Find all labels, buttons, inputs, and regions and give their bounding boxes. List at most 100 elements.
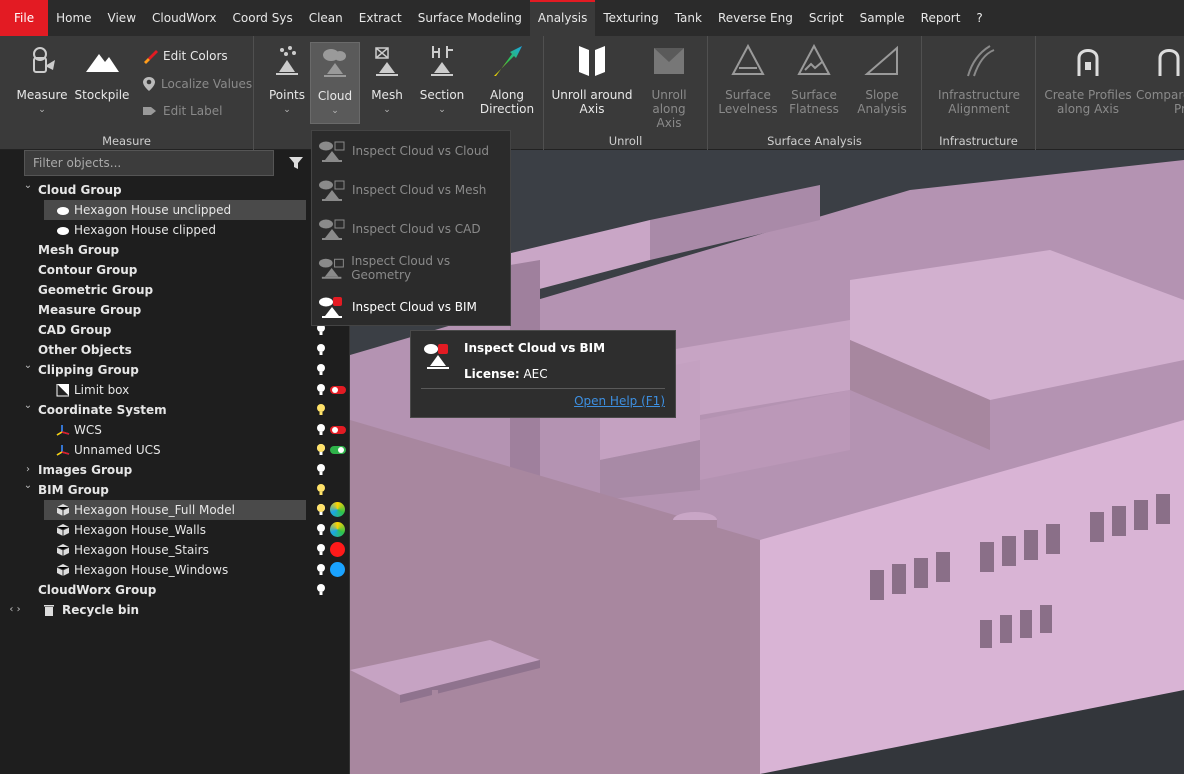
tree-row[interactable]: › Images Group [0, 460, 350, 480]
measure-button[interactable]: Measure ⌄ [14, 42, 70, 117]
color-swatch[interactable] [330, 522, 345, 537]
dropdown-item-inspect-cloud-vs-cloud[interactable]: Inspect Cloud vs Cloud [312, 131, 510, 170]
tree-row[interactable]: Limit box [0, 380, 350, 400]
tooltip: Inspect Cloud vs BIM License: AEC Open H… [410, 330, 676, 418]
visibility-bulb-icon[interactable] [316, 463, 326, 477]
menu-tab-tank[interactable]: Tank [667, 0, 710, 36]
color-swatch[interactable] [330, 562, 345, 577]
tree-row[interactable]: Unnamed UCS [0, 440, 350, 460]
menu-tab-script[interactable]: Script [801, 0, 852, 36]
stockpile-button[interactable]: Stockpile [74, 42, 130, 102]
tree-row[interactable]: WCS [0, 420, 350, 440]
menu-tab-[interactable]: ? [968, 0, 990, 36]
tree-row[interactable]: Mesh Group [0, 240, 350, 260]
tree-row[interactable]: Hexagon House unclipped [44, 200, 306, 220]
dropdown-item-inspect-cloud-vs-bim[interactable]: Inspect Cloud vs BIM [312, 287, 510, 326]
tree-row[interactable]: ‹ › Recycle bin [0, 600, 350, 620]
tree-item-label: Limit box [74, 383, 130, 397]
visibility-bulb-icon[interactable] [316, 343, 326, 357]
dropdown-item-inspect-cloud-vs-geometry[interactable]: Inspect Cloud vs Geometry [312, 248, 510, 287]
tree-item-label: Hexagon House unclipped [74, 203, 232, 217]
edit-label-label: Edit Label [163, 104, 223, 118]
tree-row[interactable]: Contour Group [0, 260, 350, 280]
flatness-label-2: Flatness [789, 102, 839, 116]
tree-row[interactable]: ⌄ BIM Group [0, 480, 350, 500]
filter-input[interactable]: Filter objects... [24, 150, 274, 176]
tree-row[interactable]: Hexagon House_Walls [0, 520, 350, 540]
tree-row[interactable]: CAD Group [0, 320, 350, 340]
edit-colors-button[interactable]: Edit Colors [142, 48, 228, 64]
slope-analysis-button[interactable]: Slope Analysis [852, 42, 912, 116]
visibility-bulb-icon[interactable] [316, 483, 326, 497]
toggle-switch[interactable] [330, 386, 346, 394]
tooltip-divider [421, 388, 665, 389]
menu-tab-file[interactable]: File [0, 0, 49, 36]
menu-tab-surface-modeling[interactable]: Surface Modeling [410, 0, 530, 36]
chevron-down-icon[interactable]: ⌄ [22, 396, 34, 416]
visibility-bulb-icon[interactable] [316, 423, 326, 437]
menu-tab-coord-sys[interactable]: Coord Sys [225, 0, 301, 36]
menu-tab-home[interactable]: Home [48, 0, 99, 36]
menu-tab-reverse-eng[interactable]: Reverse Eng [710, 0, 801, 36]
dropdown-item-inspect-cloud-vs-cad[interactable]: Inspect Cloud vs CAD [312, 209, 510, 248]
chevron-down-icon[interactable]: ⌄ [22, 176, 34, 196]
tree-row[interactable]: CloudWorx Group [0, 580, 350, 600]
unroll-along-label: Unroll along [651, 88, 687, 116]
unroll-along-axis-button[interactable]: Unroll along Axis [634, 42, 704, 130]
tree-row[interactable]: Hexagon House clipped [0, 220, 350, 240]
toggle-switch[interactable] [330, 446, 346, 454]
ribbon-group-surface-analysis: Surface Levelness Surface Flatness Slope… [708, 36, 922, 150]
menu-tab-clean[interactable]: Clean [301, 0, 351, 36]
tree-row[interactable]: Measure Group [0, 300, 350, 320]
menu-tab-texturing[interactable]: Texturing [595, 0, 666, 36]
mesh-button[interactable]: Mesh ⌄ [364, 42, 410, 117]
visibility-bulb-icon[interactable] [316, 363, 326, 377]
chevron-down-icon[interactable]: ⌄ [22, 476, 34, 496]
visibility-bulb-icon[interactable] [316, 563, 326, 577]
visibility-bulb-icon[interactable] [316, 543, 326, 557]
localize-values-button[interactable]: Localize Values [142, 76, 252, 92]
infrastructure-alignment-button[interactable]: Infrastructure Alignment [928, 42, 1030, 116]
cloud-button[interactable]: Cloud ⌄ [310, 42, 360, 124]
menu-tab-view[interactable]: View [100, 0, 144, 36]
tree-row[interactable]: ⌄ Clipping Group [0, 360, 350, 380]
surface-levelness-button[interactable]: Surface Levelness [718, 42, 778, 116]
menu-tab-cloudworx[interactable]: CloudWorx [144, 0, 225, 36]
visibility-bulb-icon[interactable] [316, 583, 326, 597]
tree-row[interactable]: Geometric Group [0, 280, 350, 300]
toggle-switch[interactable] [330, 426, 346, 434]
tree-row[interactable]: ⌄ Coordinate System [0, 400, 350, 420]
tree-row[interactable]: Hexagon House_Windows [0, 560, 350, 580]
visibility-bulb-icon[interactable] [316, 403, 326, 417]
compare-profiles-button[interactable]: Compare Prof [1136, 42, 1184, 116]
tree-row[interactable]: Hexagon House_Full Model [44, 500, 345, 520]
menu-tab-extract[interactable]: Extract [351, 0, 410, 36]
tree-row[interactable]: Other Objects [0, 340, 350, 360]
tree-row[interactable]: Hexagon House_Stairs [0, 540, 350, 560]
localize-values-label: Localize Values [161, 77, 253, 91]
edit-label-button[interactable]: Edit Label [142, 104, 222, 118]
color-swatch[interactable] [330, 542, 345, 557]
section-button[interactable]: Section ⌄ [414, 42, 470, 117]
color-swatch[interactable] [330, 502, 345, 517]
create-profiles-button[interactable]: Create Profiles along Axis [1042, 42, 1134, 116]
visibility-bulb-icon[interactable] [316, 383, 326, 397]
visibility-bulb-icon[interactable] [316, 503, 326, 517]
open-help-link[interactable]: Open Help (F1) [574, 394, 665, 408]
points-button[interactable]: Points ⌄ [264, 42, 310, 117]
menu-tab-analysis[interactable]: Analysis [529, 0, 596, 36]
filter-funnel-icon[interactable] [288, 155, 304, 171]
menu-tab-sample[interactable]: Sample [852, 0, 913, 36]
visibility-bulb-icon[interactable] [316, 523, 326, 537]
chevron-down-icon[interactable]: ⌄ [22, 356, 34, 376]
unroll-around-axis-button[interactable]: Unroll around Axis [550, 42, 634, 116]
visibility-bulb-icon[interactable] [316, 443, 326, 457]
dropdown-item-inspect-cloud-vs-mesh[interactable]: Inspect Cloud vs Mesh [312, 170, 510, 209]
expand-collapse-icon[interactable]: ‹ › [0, 600, 30, 620]
surface-flatness-button[interactable]: Surface Flatness [784, 42, 844, 116]
menu-tab-report[interactable]: Report [913, 0, 969, 36]
tree-row[interactable]: ⌄ Cloud Group [0, 180, 350, 200]
tooltip-title: Inspect Cloud vs BIM [464, 341, 606, 355]
along-direction-button[interactable]: Along Direction [474, 42, 540, 116]
levelness-label: Surface [725, 88, 771, 102]
